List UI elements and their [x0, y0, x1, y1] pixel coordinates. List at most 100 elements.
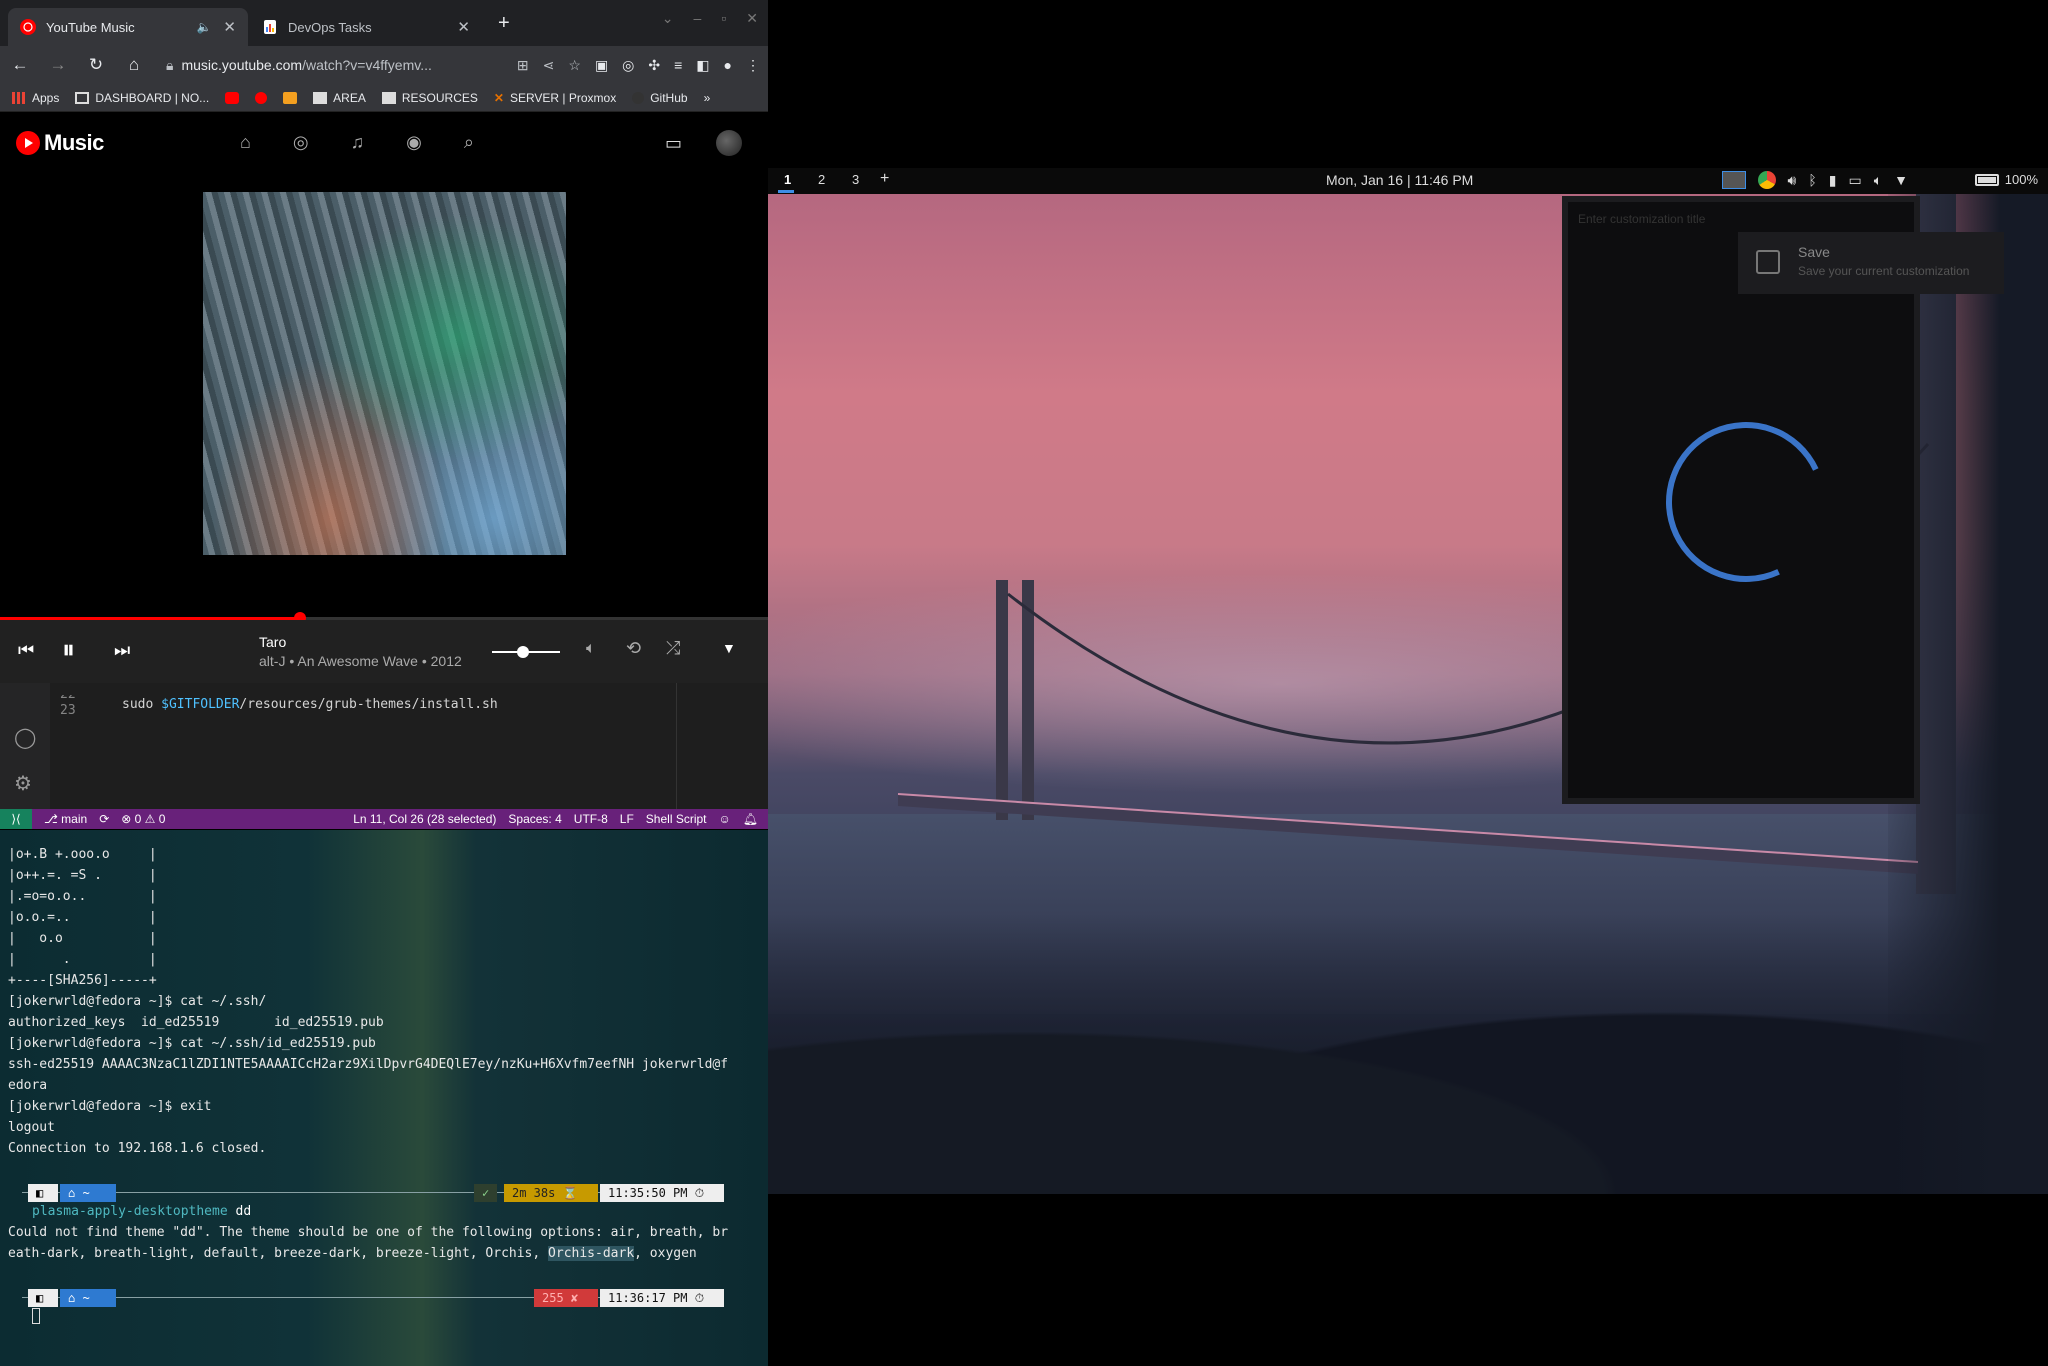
- volume-icon[interactable]: 🔈︎: [586, 640, 596, 658]
- volume-slider[interactable]: [492, 646, 560, 658]
- end-of-line[interactable]: LF: [620, 812, 634, 826]
- shuffle-icon[interactable]: ⤮: [666, 638, 680, 659]
- previous-icon[interactable]: ⏮︎: [18, 640, 34, 661]
- minimap[interactable]: [676, 683, 752, 810]
- workspace-3[interactable]: 3: [852, 172, 859, 187]
- feedback-icon[interactable]: ☺: [719, 812, 731, 826]
- bookmark-apps[interactable]: Apps: [12, 91, 59, 105]
- language-mode[interactable]: Shell Script: [646, 812, 707, 826]
- settings-gear-icon[interactable]: ⚙: [14, 771, 32, 796]
- close-tab-icon[interactable]: ✕: [223, 18, 236, 36]
- indentation[interactable]: Spaces: 4: [508, 812, 561, 826]
- workspace-1[interactable]: 1: [784, 172, 791, 187]
- volume-knob[interactable]: [517, 646, 530, 658]
- terminal-window[interactable]: |o+.B +.ooo.o | |o++.=. =S . | |.=o=o.o.…: [0, 830, 768, 1366]
- prompt-bar-1: ◧ ⌂ ~ ✓ 2m 38s ⌛ 11:35:50 PM ⏱: [10, 1184, 734, 1202]
- puzzle-icon[interactable]: ✣: [648, 57, 660, 74]
- bookmark-resources[interactable]: RESOURCES: [381, 91, 478, 105]
- close-tab-icon[interactable]: ✕: [457, 18, 470, 36]
- speaker-icon[interactable]: 🔈: [196, 20, 211, 34]
- extensions-area: ▣ ◎ ✣ ≡ ◧ ● ⋮: [595, 57, 760, 74]
- tab-devops-tasks[interactable]: DevOps Tasks ✕: [250, 8, 482, 46]
- bookmark-dashboard[interactable]: DASHBOARD | NO...: [75, 91, 209, 105]
- repeat-icon[interactable]: ⟲: [626, 638, 641, 659]
- clipboard-icon[interactable]: ▮: [1829, 172, 1837, 189]
- album-art: [203, 192, 566, 555]
- minimize-icon[interactable]: –: [694, 10, 702, 27]
- bookmark-yt-music[interactable]: [255, 91, 268, 104]
- search-icon[interactable]: ⌕: [464, 132, 474, 153]
- window-thumbnail-icon[interactable]: [1721, 171, 1746, 189]
- sync-icon[interactable]: ⟳: [99, 812, 109, 826]
- bluetooth-icon[interactable]: ᛒ: [1808, 172, 1816, 188]
- expand-player-icon[interactable]: ▼: [722, 640, 736, 656]
- explore-icon[interactable]: ◎: [293, 132, 309, 153]
- ytmusic-logo[interactable]: Music: [16, 130, 104, 156]
- bookmark-youtube[interactable]: [225, 91, 240, 104]
- player-bar: ⏮︎ ⏸︎ ⏭︎ Taro alt-J • An Awesome Wave • …: [0, 620, 768, 683]
- track-meta[interactable]: alt-J • An Awesome Wave • 2012: [259, 653, 462, 669]
- apps-grid-icon: [12, 91, 26, 104]
- close-window-icon[interactable]: ✕: [746, 10, 758, 27]
- notifications-bell-icon[interactable]: 🔔︎: [743, 812, 758, 826]
- volume-icon[interactable]: 🔊︎: [1788, 172, 1797, 189]
- bookmark-server[interactable]: ✕ SERVER | Proxmox: [494, 91, 616, 105]
- home-icon[interactable]: ⌂: [240, 132, 251, 153]
- cast-icon[interactable]: ▭: [665, 133, 682, 154]
- display-icon[interactable]: ▭: [1849, 172, 1862, 189]
- address-bar[interactable]: 🔒︎ music.youtube.com/watch?v=v4ffyemv...: [160, 50, 503, 80]
- ytmusic-nav: ⌂ ◎ ♫ ◉ ⌕: [240, 132, 474, 153]
- battery-indicator[interactable]: 100%: [1974, 172, 2038, 187]
- library-icon[interactable]: ♫: [351, 132, 365, 153]
- share-icon[interactable]: ⋖: [543, 57, 555, 74]
- profile-avatar[interactable]: ●: [724, 57, 732, 74]
- cursor-position[interactable]: Ln 11, Col 26 (28 selected): [353, 812, 496, 826]
- tray-expand-icon[interactable]: ▼: [1894, 172, 1908, 188]
- customization-title-input[interactable]: Enter customization title: [1578, 212, 1705, 226]
- install-app-icon[interactable]: ⊞: [517, 57, 529, 74]
- account-icon[interactable]: ◯: [14, 725, 36, 750]
- radio-icon[interactable]: ◉: [406, 132, 422, 153]
- bookmarks-overflow-icon[interactable]: »: [704, 91, 711, 105]
- encoding[interactable]: UTF-8: [574, 812, 608, 826]
- branch-indicator[interactable]: ⎇ main: [44, 812, 87, 826]
- reload-icon[interactable]: ↻: [84, 55, 108, 75]
- side-panel-icon[interactable]: ◧: [696, 57, 709, 74]
- youtube-icon: [225, 91, 240, 104]
- track-title[interactable]: Taro: [259, 634, 462, 650]
- maximize-icon[interactable]: ▫: [721, 10, 726, 27]
- avatar[interactable]: [716, 130, 742, 156]
- dashboard-icon: [75, 91, 90, 104]
- extension-icon[interactable]: ◎: [622, 57, 634, 74]
- media-control-icon[interactable]: ≡: [674, 57, 682, 74]
- next-icon[interactable]: ⏭︎: [114, 640, 130, 661]
- remote-icon[interactable]: ⟩⟨: [0, 809, 32, 829]
- audio-icon[interactable]: 🔈︎: [1874, 172, 1882, 189]
- bookmark-star-icon[interactable]: ☆: [568, 57, 581, 74]
- chrome-icon[interactable]: [1757, 171, 1776, 189]
- tab-youtube-music[interactable]: YouTube Music 🔈 ✕: [8, 8, 248, 46]
- save-menu-item[interactable]: Save Save your current customization: [1738, 232, 2004, 294]
- tab-search-icon[interactable]: ⌄: [662, 10, 674, 27]
- fedora-logo-icon: ◧: [28, 1289, 58, 1307]
- pause-icon[interactable]: ⏸︎: [62, 634, 75, 666]
- bookmark-brave[interactable]: [283, 91, 298, 104]
- forward-icon[interactable]: →: [46, 55, 70, 75]
- battery-icon: [1974, 173, 1999, 186]
- bookmark-area[interactable]: AREA: [313, 91, 366, 105]
- clock[interactable]: Mon, Jan 16 | 11:46 PM: [1326, 172, 1473, 188]
- tab-title: DevOps Tasks: [288, 19, 372, 35]
- menu-kebab-icon[interactable]: ⋮: [746, 57, 760, 74]
- prompt-exit-code: 255 ✘: [534, 1289, 598, 1307]
- problems-indicator[interactable]: ⊗ 0 ⚠ 0: [121, 812, 165, 826]
- home-icon[interactable]: ⌂: [122, 55, 146, 75]
- code-editor[interactable]: sudo $GITFOLDER/resources/grub-themes/in…: [122, 697, 498, 712]
- bookmark-github[interactable]: GitHub: [632, 91, 688, 105]
- line-numbers: 22 23: [60, 695, 76, 718]
- workspace-2[interactable]: 2: [818, 172, 825, 187]
- terminal-output: |o+.B +.ooo.o | |o++.=. =S . | |.=o=o.o.…: [8, 847, 729, 1156]
- add-workspace-button[interactable]: +: [880, 170, 889, 188]
- extension-icon[interactable]: ▣: [595, 57, 608, 74]
- new-tab-button[interactable]: +: [498, 12, 510, 35]
- back-icon[interactable]: ←: [8, 55, 32, 75]
